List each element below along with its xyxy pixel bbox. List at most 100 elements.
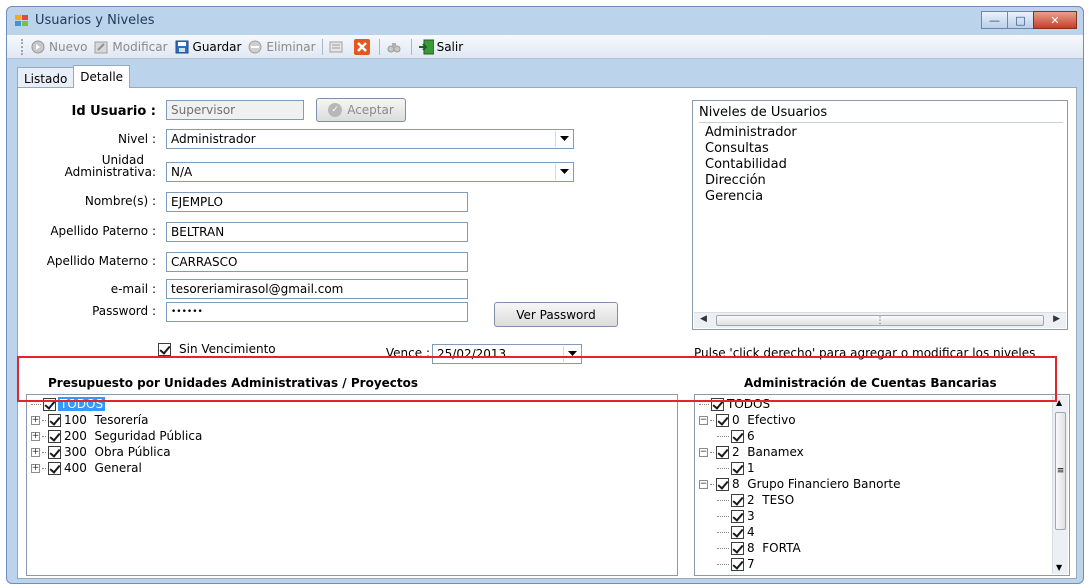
apellido-paterno-label: Apellido Paterno :: [50, 224, 156, 238]
presupuesto-tree[interactable]: TODOS + 100 Tesorería + 200 Seguridad Pú…: [26, 394, 678, 576]
tree-line: [717, 467, 729, 469]
salir-button[interactable]: Salir: [418, 39, 464, 55]
cuentas-tree[interactable]: TODOS − 0 Efectivo 6 − 2 Banamex 1 − 8 G…: [694, 394, 1070, 576]
niveles-listbox[interactable]: Niveles de Usuarios Administrador Consul…: [692, 100, 1068, 330]
check-icon[interactable]: [48, 461, 61, 475]
tree-node-label: 4: [747, 525, 755, 539]
check-icon[interactable]: [716, 445, 729, 459]
tree-node-label: 7: [747, 557, 755, 571]
window-title: Usuarios y Niveles: [35, 13, 155, 28]
collapse-icon[interactable]: −: [699, 447, 708, 457]
unidad-value: N/A: [171, 165, 193, 179]
list-item[interactable]: Contabilidad: [705, 157, 797, 173]
check-icon[interactable]: [48, 445, 61, 459]
cuentas-vscroll[interactable]: ▲ ≡ ▼: [1052, 396, 1068, 574]
close-button[interactable]: ✕: [1033, 11, 1077, 29]
check-icon[interactable]: [731, 541, 744, 555]
tree-node[interactable]: 3: [717, 509, 755, 523]
expand-icon[interactable]: +: [31, 431, 40, 441]
find-icon: [386, 39, 402, 55]
collapse-icon[interactable]: −: [699, 415, 708, 425]
apellido-materno-field[interactable]: CARRASCO: [166, 252, 468, 272]
tree-node[interactable]: 4: [717, 525, 755, 539]
modificar-button[interactable]: Modificar: [93, 39, 168, 55]
tree-node-label: 2 Banamex: [732, 445, 804, 459]
id-usuario-field[interactable]: Supervisor: [166, 100, 304, 120]
check-icon[interactable]: [731, 493, 744, 507]
guardar-icon: [174, 39, 190, 55]
scroll-thumb[interactable]: ≡: [1055, 412, 1066, 530]
tab-detalle[interactable]: Detalle: [73, 65, 131, 88]
list-item[interactable]: Consultas: [705, 141, 797, 157]
tree-line: [710, 451, 714, 453]
tree-node[interactable]: − 8 Grupo Financiero Banorte: [699, 477, 901, 491]
nuevo-icon: [30, 39, 46, 55]
list-item[interactable]: Gerencia: [705, 189, 797, 205]
tree-line: [42, 419, 46, 421]
collapse-icon[interactable]: −: [699, 479, 708, 489]
maximize-icon: □: [1015, 13, 1026, 27]
tree-line: [699, 403, 709, 405]
list-item[interactable]: Dirección: [705, 173, 797, 189]
check-icon[interactable]: [731, 461, 744, 475]
tree-line: [717, 499, 729, 501]
niveles-hscroll[interactable]: ◀ ⋮ ▶: [694, 312, 1066, 328]
tree-node[interactable]: + 400 General: [31, 461, 142, 475]
aceptar-button[interactable]: ✓ Aceptar: [316, 98, 406, 122]
find-button[interactable]: [386, 39, 405, 55]
scroll-thumb[interactable]: ⋮: [716, 315, 1044, 326]
list-item[interactable]: Administrador: [705, 125, 797, 141]
check-icon[interactable]: [731, 429, 744, 443]
password-field[interactable]: ••••••: [166, 302, 468, 322]
salir-label: Salir: [436, 39, 464, 54]
apellido-materno-label: Apellido Materno :: [46, 254, 156, 268]
check-icon[interactable]: [48, 429, 61, 443]
nivel-combo[interactable]: Administrador: [166, 129, 574, 149]
scroll-left-icon[interactable]: ◀: [700, 314, 707, 324]
tree-line: [717, 531, 729, 533]
tree-node[interactable]: 8 FORTA: [717, 541, 801, 555]
nuevo-button[interactable]: Nuevo: [30, 39, 87, 55]
nombre-field[interactable]: EJEMPLO: [166, 192, 468, 212]
minimize-button[interactable]: —: [981, 11, 1008, 29]
tree-node[interactable]: + 100 Tesorería: [31, 413, 148, 427]
tree-node-label: 3: [747, 509, 755, 523]
tree-node[interactable]: 1: [717, 461, 755, 475]
check-icon[interactable]: [731, 525, 744, 539]
expand-icon[interactable]: +: [31, 415, 40, 425]
check-icon[interactable]: [716, 477, 729, 491]
expand-icon[interactable]: +: [31, 463, 40, 473]
tree-node-label: 8 Grupo Financiero Banorte: [732, 477, 901, 491]
tree-node[interactable]: 2 TESO: [717, 493, 794, 507]
tree-line: [717, 435, 729, 437]
check-icon[interactable]: [48, 413, 61, 427]
report-button[interactable]: [329, 39, 348, 55]
scroll-down-icon[interactable]: ▼: [1056, 563, 1062, 572]
tree-node[interactable]: − 0 Efectivo: [699, 413, 796, 427]
scroll-right-icon[interactable]: ▶: [1053, 314, 1060, 324]
maximize-button[interactable]: □: [1007, 11, 1034, 29]
apellido-paterno-field[interactable]: BELTRAN: [166, 222, 468, 242]
tree-line: [42, 467, 46, 469]
check-icon[interactable]: [731, 509, 744, 523]
tree-node[interactable]: + 200 Seguridad Pública: [31, 429, 202, 443]
tree-node[interactable]: + 300 Obra Pública: [31, 445, 171, 459]
email-field[interactable]: tesoreriamirasol@gmail.com: [166, 279, 468, 299]
toolbar: Nuevo Modificar Guardar Eliminar Salir: [7, 35, 1083, 59]
sin-vencimiento-label: Sin Vencimiento: [179, 342, 276, 356]
guardar-button[interactable]: Guardar: [174, 39, 241, 55]
salir-icon: [418, 39, 434, 55]
expand-icon[interactable]: +: [31, 447, 40, 457]
ver-password-button[interactable]: Ver Password: [494, 302, 618, 327]
check-icon[interactable]: [731, 557, 744, 571]
cancel-button[interactable]: [353, 38, 373, 55]
tab-listado[interactable]: Listado: [17, 67, 75, 87]
check-icon[interactable]: [716, 413, 729, 427]
unidad-combo[interactable]: N/A: [166, 162, 574, 182]
tree-node[interactable]: 7: [717, 557, 755, 571]
eliminar-button[interactable]: Eliminar: [247, 39, 316, 55]
tab-strip: Listado Detalle: [17, 65, 131, 88]
tree-node[interactable]: − 2 Banamex: [699, 445, 804, 459]
sin-vencimiento-checkbox[interactable]: Sin Vencimiento: [158, 342, 276, 356]
tree-node[interactable]: 6: [717, 429, 755, 443]
